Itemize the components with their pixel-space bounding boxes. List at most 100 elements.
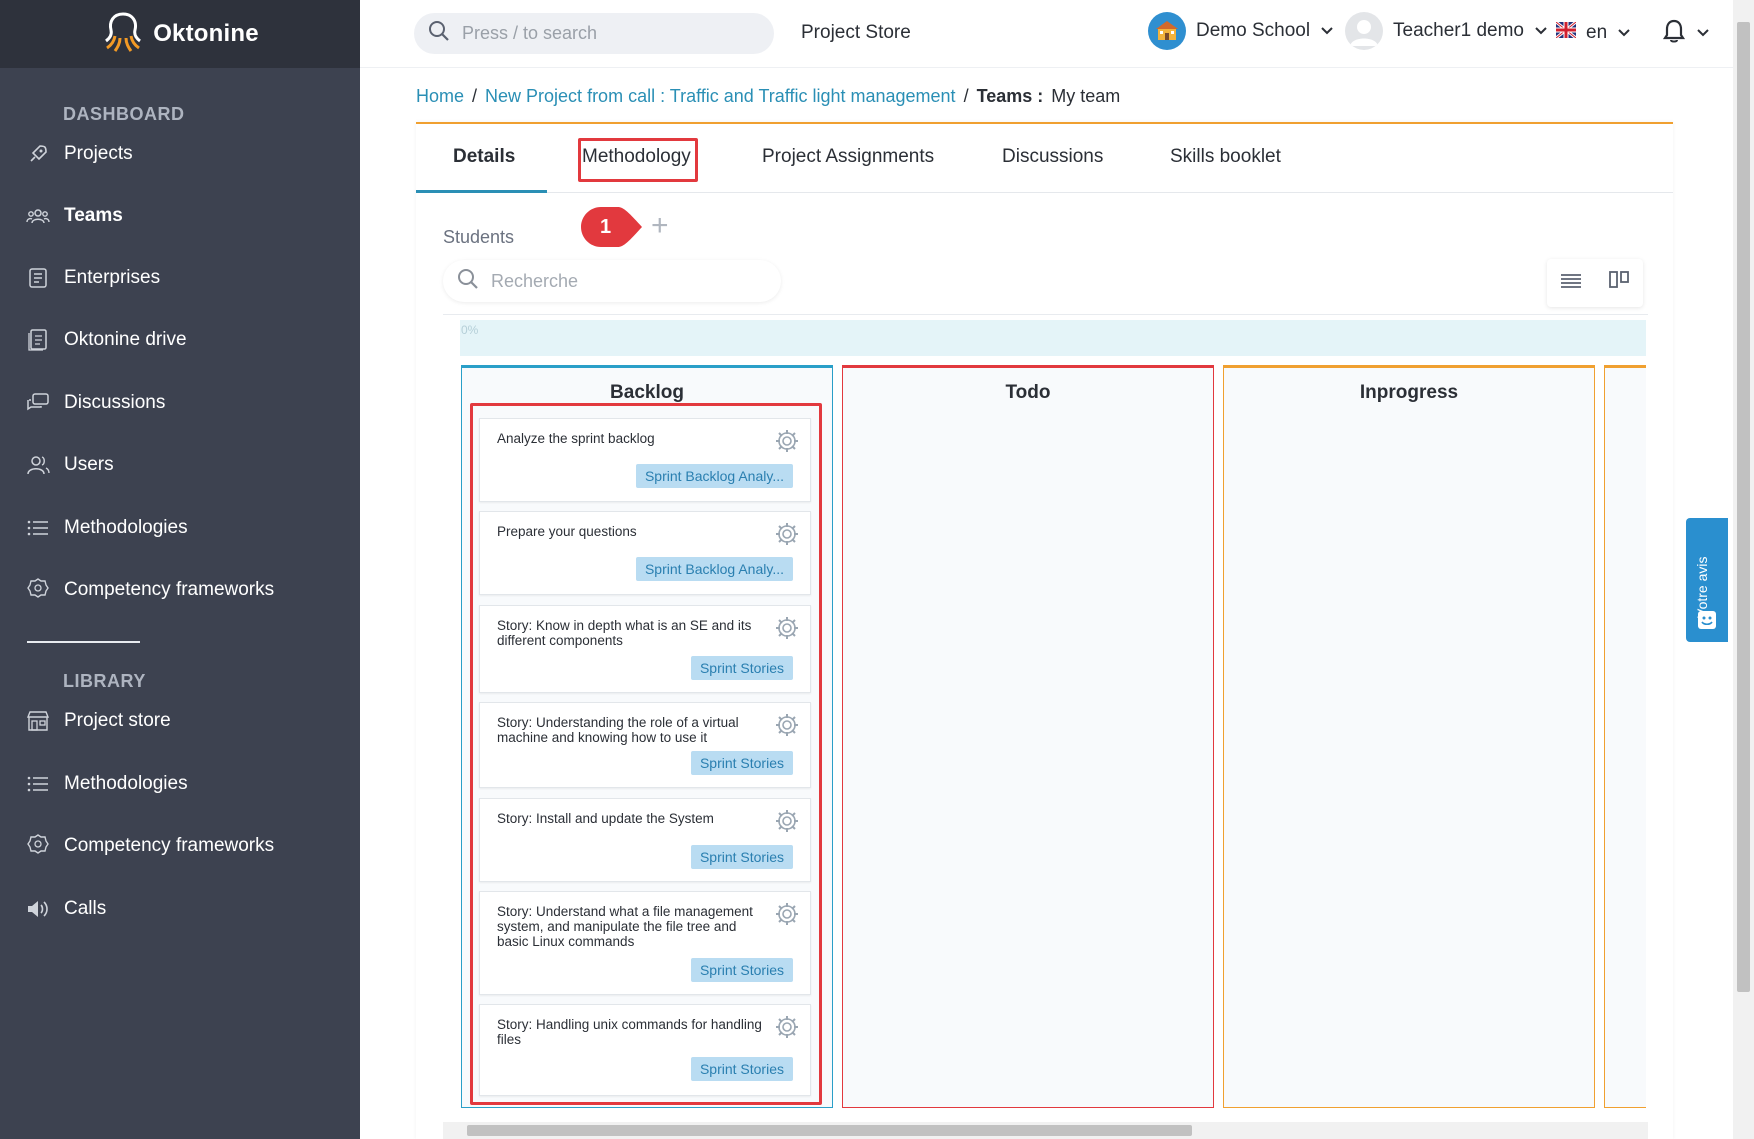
sidebar-item-users[interactable]: Users [26,445,346,485]
sidebar-item-label: Users [64,454,114,475]
board-view-icon [1609,270,1629,296]
chevron-down-icon [1320,20,1334,42]
sidebar-item-calls[interactable]: Calls [26,889,346,929]
sidebar-item-label: Methodologies [64,773,188,794]
sidebar-item-label: Project store [64,710,171,731]
sidebar-item-projects[interactable]: Projects [26,134,346,174]
nav-divider [27,641,140,643]
team-icon [26,204,50,228]
board-horizontal-scrollbar[interactable] [443,1122,1648,1139]
octopus-logo-icon [101,10,145,59]
breadcrumb-separator: / [472,86,478,106]
school-selector[interactable]: Demo School [1148,12,1334,50]
sidebar-item-project-store[interactable]: Project store [26,701,346,741]
sidebar-item-teams[interactable]: Teams [26,196,346,236]
list-icon [26,516,50,540]
sidebar-item-methodologies[interactable]: Methodologies [26,508,346,548]
sidebar-item-library-methodologies[interactable]: Methodologies [26,764,346,804]
methodology-highlight-box [578,138,698,182]
breadcrumb-section: Teams : [976,86,1044,106]
tab-skills-booklet[interactable]: Skills booklet [1170,146,1281,168]
search-icon [428,20,450,47]
top-bar: Project Store Demo School Teacher1 demo … [360,0,1754,68]
chevron-down-icon [1534,20,1548,42]
project-store-link[interactable]: Project Store [801,22,911,44]
store-icon [26,709,50,733]
school-name: Demo School [1196,20,1311,41]
sidebar-item-label: Projects [64,143,133,164]
nav-heading-library: LIBRARY [63,671,146,691]
chevron-down-icon [1617,22,1631,44]
sidebar-item-discussions[interactable]: Discussions [26,383,346,423]
users-icon [26,453,50,477]
sidebar-item-label: Discussions [64,392,166,413]
breadcrumb: Home / New Project from call : Traffic a… [416,86,1120,107]
sidebar-item-label: Competency frameworks [64,835,275,856]
bell-icon [1662,18,1686,49]
language-selector[interactable]: en [1555,20,1631,44]
sidebar-item-label: Enterprises [64,267,161,288]
enterprise-icon [26,266,50,290]
list-icon [26,772,50,796]
column-title: Backlog [610,382,684,403]
list-view-icon [1560,273,1582,294]
nav-heading-dashboard: DASHBOARD [63,104,185,124]
language-code: en [1586,22,1608,43]
students-label: Students [443,227,515,247]
column-todo: Todo [842,365,1214,1108]
scrollbar-thumb[interactable] [1737,22,1750,992]
search-icon [457,268,479,295]
step-marker-number: 1 [600,216,612,238]
user-menu[interactable]: Teacher1 demo [1345,12,1548,50]
rocket-icon [26,142,50,166]
user-name: Teacher1 demo [1393,20,1524,41]
list-view-button[interactable] [1547,259,1595,307]
breadcrumb-current: My team [1051,86,1121,106]
drive-icon [26,328,50,352]
feedback-label: Votre avis [1694,556,1710,618]
board-view-button[interactable] [1595,259,1643,307]
avatar [1345,12,1383,50]
badge-icon [26,578,50,602]
column-next [1604,365,1646,1108]
backlog-highlight-box [470,403,822,1105]
view-toggle [1547,259,1643,307]
page-vertical-scrollbar[interactable] [1733,0,1754,1139]
sidebar-item-label: Methodologies [64,517,188,538]
sidebar-item-competency-frameworks[interactable]: Competency frameworks [26,570,346,610]
add-student-button[interactable]: + [651,211,675,242]
brand[interactable]: Oktonine [0,0,360,68]
tab-details[interactable]: Details [453,146,515,168]
breadcrumb-project[interactable]: New Project from call : Traffic and Traf… [485,86,956,107]
sidebar-item-label: Competency frameworks [64,579,275,600]
smiley-icon [1697,610,1717,635]
team-progress-bar [460,320,1646,356]
feedback-tab[interactable]: Votre avis [1686,518,1728,642]
sidebar-item-oktonine-drive[interactable]: Oktonine drive [26,320,346,360]
school-icon [1148,12,1186,50]
column-inprogress: Inprogress [1223,365,1595,1108]
student-search-input[interactable] [491,270,751,292]
tab-project-assignments[interactable]: Project Assignments [762,146,934,168]
discussion-icon [26,391,50,415]
column-title: Inprogress [1359,382,1459,403]
breadcrumb-home[interactable]: Home [416,86,464,107]
badge-icon [26,834,50,858]
team-progress-label: 0% [461,323,479,337]
scrollbar-thumb[interactable] [467,1125,1192,1136]
tab-discussions[interactable]: Discussions [1002,146,1103,168]
column-title: Todo [1005,382,1051,403]
speaker-icon [26,897,50,921]
sidebar-item-library-competency-frameworks[interactable]: Competency frameworks [26,826,346,866]
step-marker: 1 [580,206,644,248]
sidebar-item-enterprises[interactable]: Enterprises [26,258,346,298]
global-search[interactable] [414,13,774,54]
uk-flag-icon [1555,20,1577,44]
notifications-menu[interactable] [1662,18,1710,49]
sidebar-item-label: Teams [64,205,123,226]
sidebar-item-label: Oktonine drive [64,329,187,350]
breadcrumb-separator: / [963,86,969,106]
global-search-input[interactable] [462,23,742,44]
sidebar-item-label: Calls [64,898,107,919]
student-search[interactable] [443,260,781,302]
